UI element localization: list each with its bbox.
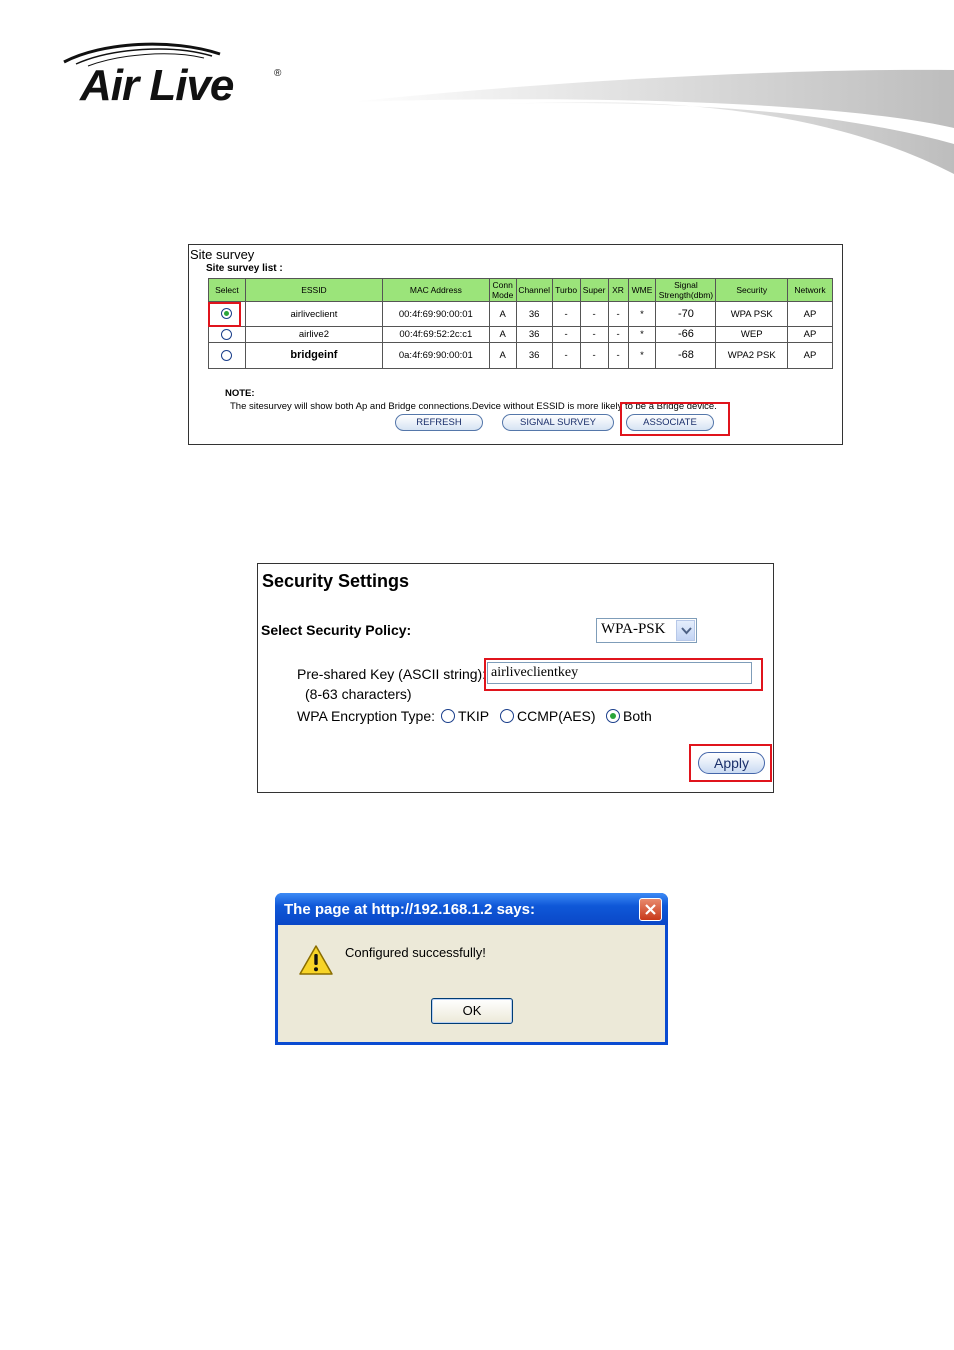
tkip-radio[interactable]	[441, 709, 455, 723]
column-header: MAC Address	[382, 278, 490, 302]
security-policy-label: Select Security Policy:	[261, 622, 412, 638]
dialog-title: The page at http://192.168.1.2 says:	[284, 901, 535, 918]
column-header: Security	[715, 278, 789, 302]
airlive-logo: Air Live ®	[62, 40, 292, 110]
site-survey-panel: Site survey Site survey list : Select ES…	[188, 244, 843, 445]
column-header: ESSID	[244, 278, 384, 302]
associate-highlight-box	[620, 402, 730, 436]
super-cell: -	[579, 301, 609, 327]
both-radio[interactable]	[606, 709, 620, 723]
essid-cell: airlive2	[244, 326, 384, 343]
column-header: Super	[579, 278, 609, 302]
signal-survey-button[interactable]: SIGNAL SURVEY	[502, 414, 614, 431]
select-cell	[208, 326, 246, 343]
turbo-cell: -	[551, 326, 581, 343]
dialog-titlebar: The page at http://192.168.1.2 says:	[275, 893, 668, 925]
wme-cell: *	[627, 342, 657, 369]
network-cell: AP	[787, 326, 833, 343]
psk-hint: (8-63 characters)	[305, 686, 412, 702]
header-swoosh-decoration	[350, 69, 954, 174]
column-header: Turbo	[551, 278, 581, 302]
chevron-down-icon	[681, 627, 692, 635]
security-cell: WPA2 PSK	[715, 342, 789, 369]
site-survey-table: Select ESSID MAC Address Conn Mode Chann…	[208, 278, 833, 369]
xr-cell: -	[607, 301, 629, 327]
turbo-cell: -	[551, 342, 581, 369]
signal-cell: -66	[655, 326, 717, 343]
conn-cell: A	[488, 342, 517, 369]
select-cell	[208, 342, 246, 369]
table-row: airlive2 00:4f:69:52:2c:c1 A 36 - - - * …	[208, 326, 833, 343]
channel-cell: 36	[515, 301, 553, 327]
channel-cell: 36	[515, 342, 553, 369]
security-cell: WEP	[715, 326, 789, 343]
select-highlight-box	[208, 302, 241, 327]
registered-mark: ®	[274, 68, 282, 79]
psk-label: Pre-shared Key (ASCII string):	[297, 666, 487, 682]
dropdown-arrow[interactable]	[676, 620, 695, 641]
logo-text: Air Live	[80, 61, 234, 110]
turbo-cell: -	[551, 301, 581, 327]
conn-cell: A	[488, 301, 517, 327]
security-settings-panel: Security Settings Select Security Policy…	[257, 563, 774, 793]
wme-cell: *	[627, 326, 657, 343]
warning-icon	[299, 945, 333, 975]
table-row: airliveclient 00:4f:69:90:00:01 A 36 - -…	[208, 301, 833, 327]
network-cell: AP	[787, 301, 833, 327]
network-cell: AP	[787, 342, 833, 369]
conn-cell: A	[488, 326, 517, 343]
encryption-option-tkip[interactable]: TKIP	[441, 708, 489, 724]
both-label: Both	[623, 708, 652, 724]
table-header-row: Select ESSID MAC Address Conn Mode Chann…	[208, 278, 833, 302]
column-header: Conn Mode	[488, 278, 517, 302]
tkip-label: TKIP	[458, 708, 490, 724]
column-header: WME	[627, 278, 657, 302]
dialog-body: Configured successfully! OK	[278, 925, 665, 1042]
ok-button[interactable]: OK	[431, 998, 513, 1024]
column-header: Channel	[515, 278, 553, 302]
security-policy-select[interactable]: WPA-PSK	[596, 618, 697, 643]
security-policy-value: WPA-PSK	[601, 621, 666, 637]
security-settings-title: Security Settings	[262, 571, 410, 591]
security-cell: WPA PSK	[715, 301, 789, 327]
mac-cell: 00:4f:69:52:2c:c1	[382, 326, 490, 343]
row-select-radio[interactable]	[221, 328, 233, 340]
close-icon	[645, 904, 656, 915]
essid-cell: airliveclient	[244, 301, 384, 327]
column-header: XR	[607, 278, 629, 302]
column-header: Signal Strength(dbm)	[655, 278, 717, 302]
apply-highlight-box	[689, 744, 772, 782]
site-survey-subtitle: Site survey list :	[206, 263, 283, 274]
site-survey-title: Site survey	[190, 247, 255, 262]
xr-cell: -	[607, 326, 629, 343]
super-cell: -	[579, 326, 609, 343]
encryption-option-both[interactable]: Both	[606, 708, 652, 724]
wme-cell: *	[627, 301, 657, 327]
encryption-option-ccmp[interactable]: CCMP(AES)	[500, 708, 596, 724]
refresh-button[interactable]: REFRESH	[395, 414, 483, 431]
mac-cell: 0a:4f:69:90:00:01	[382, 342, 490, 369]
column-header: Select	[208, 278, 246, 302]
channel-cell: 36	[515, 326, 553, 343]
psk-highlight-box	[484, 658, 763, 691]
ccmp-label: CCMP(AES)	[517, 708, 596, 724]
column-header: Network	[787, 278, 833, 302]
ccmp-radio[interactable]	[500, 709, 514, 723]
signal-cell: -70	[655, 301, 717, 327]
table-row: bridgeinf 0a:4f:69:90:00:01 A 36 - - - *…	[208, 342, 833, 369]
dialog-message: Configured successfully!	[345, 945, 486, 960]
close-button[interactable]	[639, 898, 662, 921]
essid-cell: bridgeinf	[244, 342, 384, 369]
encryption-type-label: WPA Encryption Type:	[297, 708, 435, 724]
super-cell: -	[579, 342, 609, 369]
signal-cell: -68	[655, 342, 717, 369]
note-label: NOTE:	[225, 388, 255, 399]
alert-dialog: The page at http://192.168.1.2 says: Con…	[275, 893, 668, 1045]
mac-cell: 00:4f:69:90:00:01	[382, 301, 490, 327]
row-select-radio[interactable]	[221, 349, 233, 361]
xr-cell: -	[607, 342, 629, 369]
